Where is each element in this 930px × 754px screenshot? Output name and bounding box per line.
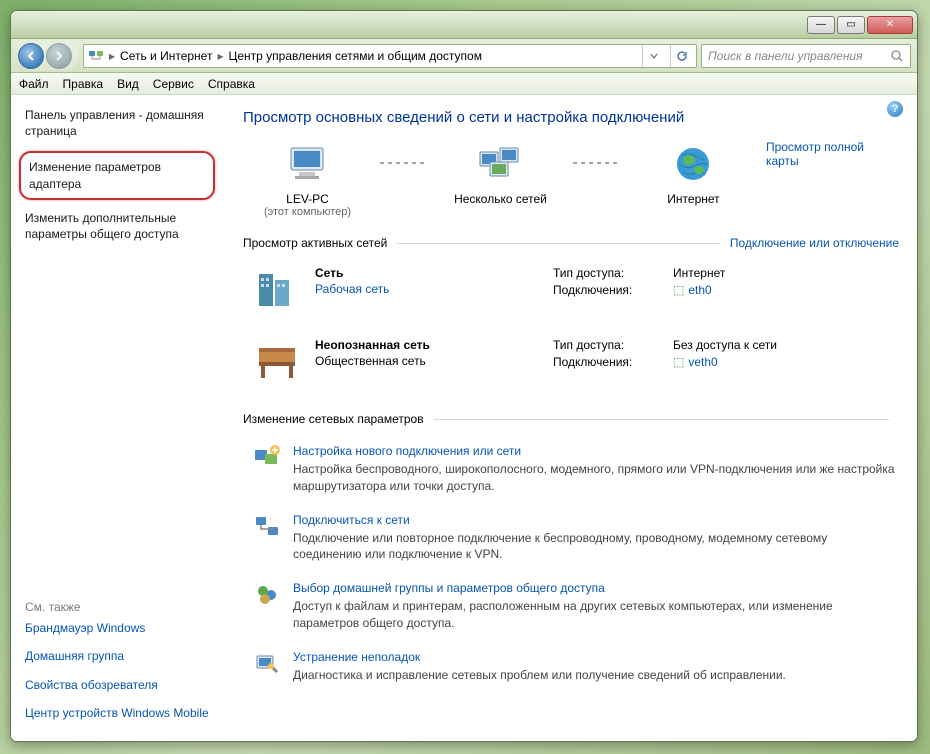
network-entry: Сеть Рабочая сеть Тип доступа:Интернет П…	[243, 260, 899, 332]
map-internet-label: Интернет	[629, 192, 758, 206]
menu-view[interactable]: Вид	[117, 77, 139, 91]
option-troubleshoot[interactable]: Устранение неполадок Диагностика и исправ…	[243, 642, 899, 694]
control-panel-window: — ▭ ✕ ▸ Сеть и Интернет ▸ Центр управлен…	[10, 10, 918, 742]
map-connector	[573, 162, 621, 164]
refresh-icon	[676, 50, 688, 62]
close-button[interactable]: ✕	[867, 16, 913, 34]
back-button[interactable]	[18, 43, 44, 69]
map-pc-sub: (этот компьютер)	[243, 206, 372, 218]
see-also-heading: См. также	[25, 600, 211, 614]
search-input[interactable]: Поиск в панели управления	[701, 44, 911, 68]
main-content: ? Просмотр основных сведений о сети и на…	[221, 95, 917, 741]
maximize-button[interactable]: ▭	[837, 16, 865, 34]
map-connector	[380, 162, 428, 164]
help-button[interactable]: ?	[887, 101, 903, 117]
homegroup-icon	[253, 581, 281, 609]
option-title: Настройка нового подключения или сети	[293, 444, 899, 458]
option-desc: Диагностика и исправление сетевых пробле…	[293, 667, 786, 684]
access-type-value: Без доступа к сети	[673, 338, 777, 352]
chevron-down-icon	[650, 52, 658, 60]
connection-link[interactable]: eth0	[688, 283, 711, 297]
forward-button[interactable]	[46, 43, 72, 69]
sidebar-firewall[interactable]: Брандмауэр Windows	[25, 620, 211, 636]
multi-network-icon	[476, 140, 524, 188]
menu-help[interactable]: Справка	[208, 77, 255, 91]
connect-network-icon	[253, 513, 281, 541]
option-title: Подключиться к сети	[293, 513, 899, 527]
public-network-icon	[253, 338, 301, 386]
access-type-label: Тип доступа:	[553, 266, 673, 280]
option-desc: Подключение или повторное подключение к …	[293, 530, 899, 564]
titlebar: — ▭ ✕	[11, 11, 917, 39]
option-desc: Настройка беспроводного, широкополосного…	[293, 461, 899, 495]
section-title: Просмотр активных сетей	[243, 236, 387, 250]
refresh-button[interactable]	[670, 45, 692, 67]
minimize-button[interactable]: —	[807, 16, 835, 34]
globe-icon	[669, 140, 717, 188]
sidebar-home[interactable]: Панель управления - домашняя страница	[25, 107, 211, 139]
network-type-link[interactable]: Рабочая сеть	[315, 282, 389, 296]
connection-link[interactable]: veth0	[688, 355, 717, 369]
section-change-settings: Изменение сетевых параметров	[243, 412, 899, 426]
option-title: Выбор домашней группы и параметров общег…	[293, 581, 899, 595]
page-title: Просмотр основных сведений о сети и наст…	[243, 109, 899, 126]
dropdown-button[interactable]	[642, 45, 664, 67]
access-type-value: Интернет	[673, 266, 725, 280]
map-this-pc: LEV-PC (этот компьютер)	[243, 140, 372, 218]
arrow-left-icon	[26, 51, 36, 61]
network-name: Неопознанная сеть	[315, 338, 430, 352]
network-sharing-icon	[88, 48, 104, 64]
sidebar: Панель управления - домашняя страница Из…	[11, 95, 221, 741]
search-placeholder: Поиск в панели управления	[708, 49, 863, 63]
breadcrumb-item[interactable]: Сеть и Интернет	[120, 49, 212, 63]
breadcrumb-sep: ▸	[214, 49, 226, 63]
network-map: LEV-PC (этот компьютер) Несколько сетей …	[243, 140, 899, 218]
nic-icon: ⬚	[673, 355, 684, 369]
option-homegroup[interactable]: Выбор домашней группы и параметров общег…	[243, 573, 899, 642]
map-networks: Несколько сетей	[436, 140, 565, 206]
network-type-text: Общественная сеть	[315, 354, 426, 368]
option-desc: Доступ к файлам и принтерам, расположенн…	[293, 598, 899, 632]
sidebar-homegroup[interactable]: Домашняя группа	[25, 648, 211, 664]
menu-tools[interactable]: Сервис	[153, 77, 194, 91]
map-networks-label: Несколько сетей	[436, 192, 565, 206]
network-name: Сеть	[315, 266, 389, 280]
map-pc-name: LEV-PC	[243, 192, 372, 206]
breadcrumb-item[interactable]: Центр управления сетями и общим доступом	[228, 49, 482, 63]
menu-edit[interactable]: Правка	[63, 77, 104, 91]
search-icon	[890, 49, 904, 63]
connections-label: Подключения:	[553, 355, 673, 369]
option-new-connection[interactable]: Настройка нового подключения или сети Нас…	[243, 436, 899, 505]
nic-icon: ⬚	[673, 283, 684, 297]
map-internet: Интернет	[629, 140, 758, 206]
option-title: Устранение неполадок	[293, 650, 786, 664]
highlight-box: Изменение параметров адаптера	[19, 151, 215, 199]
computer-icon	[283, 140, 331, 188]
address-bar: ▸ Сеть и Интернет ▸ Центр управления сет…	[11, 39, 917, 73]
connections-label: Подключения:	[553, 283, 673, 297]
section-title: Изменение сетевых параметров	[243, 412, 424, 426]
sidebar-browser-props[interactable]: Свойства обозревателя	[25, 677, 211, 693]
breadcrumb-sep: ▸	[106, 49, 118, 63]
address-field[interactable]: ▸ Сеть и Интернет ▸ Центр управления сет…	[83, 44, 697, 68]
section-active-networks: Просмотр активных сетей Подключение или …	[243, 236, 899, 250]
access-type-label: Тип доступа:	[553, 338, 673, 352]
sidebar-adapter-settings[interactable]: Изменение параметров адаптера	[29, 159, 205, 191]
new-connection-icon	[253, 444, 281, 472]
troubleshoot-icon	[253, 650, 281, 678]
network-entry: Неопознанная сеть Общественная сеть Тип …	[243, 332, 899, 404]
sidebar-sharing-settings[interactable]: Изменить дополнительные параметры общего…	[25, 210, 211, 242]
view-full-map-link[interactable]: Просмотр полной карты	[766, 140, 899, 168]
sidebar-mobile-center[interactable]: Центр устройств Windows Mobile	[25, 705, 211, 721]
connect-disconnect-link[interactable]: Подключение или отключение	[730, 236, 899, 250]
arrow-right-icon	[54, 51, 64, 61]
menu-bar: Файл Правка Вид Сервис Справка	[11, 73, 917, 95]
work-network-icon	[253, 266, 301, 314]
option-connect-network[interactable]: Подключиться к сети Подключение или повто…	[243, 505, 899, 574]
menu-file[interactable]: Файл	[19, 77, 49, 91]
